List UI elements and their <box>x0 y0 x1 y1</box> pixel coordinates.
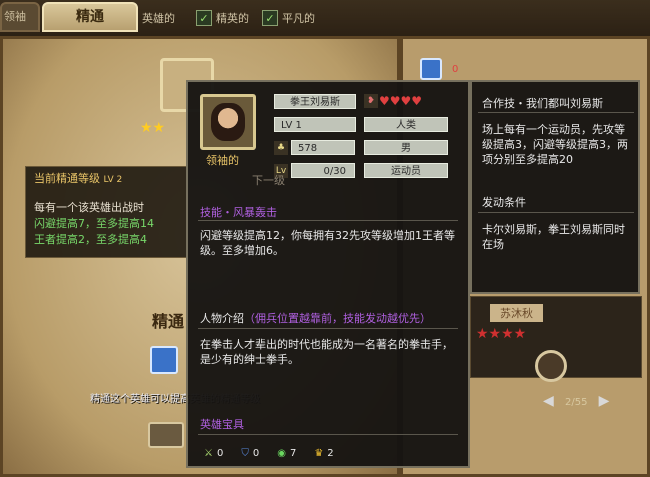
mastery-bonus-king: 王者提高2，至多提高4 <box>34 233 147 246</box>
prev-page-icon[interactable]: ◀ <box>543 393 554 409</box>
blue-count: 0 <box>452 64 459 75</box>
filter-elite-label: 精英的 <box>216 12 249 25</box>
treasure-ring: ◉ 7 <box>277 448 297 459</box>
treasure-crown: ♛ 2 <box>314 448 334 459</box>
treasure-shield: ⛉ 0 <box>241 448 260 459</box>
crown-icon: ♛ <box>314 448 324 459</box>
mastery-section-label: 精通 <box>152 312 185 331</box>
top-bar: 领袖 精通 英雄的 ✓ 精英的 ✓ 平凡的 <box>0 0 650 38</box>
treasure-list: ⚔ 0 ⛉ 0 ◉ 7 ♛ 2 <box>204 448 334 459</box>
ring-icon: ◉ <box>277 448 286 459</box>
hero-face <box>211 103 245 141</box>
heart-icon: ♥♥♥♥ <box>379 94 423 108</box>
tab-mastery[interactable]: 精通 <box>42 2 138 32</box>
book-icon-small <box>420 58 442 80</box>
hearts: ❥ ♥♥♥♥ <box>364 94 422 108</box>
next-page-icon[interactable]: ▶ <box>599 393 610 409</box>
hero-card-name: 苏沐秋 <box>490 304 543 322</box>
mastery-level-box: 当前精通等级 LV 2 每有一个该英雄出战时 闪避提高7，至多提高14 王者提高… <box>25 166 187 258</box>
pager: ◀ 2/55 ▶ <box>543 393 609 409</box>
sword-icon: ⚔ <box>204 448 213 459</box>
mastery-bonus-dodge: 闪避提高7，至多提高14 <box>34 217 154 230</box>
divider <box>478 112 634 113</box>
divider <box>198 328 458 329</box>
divider <box>478 212 634 213</box>
mastery-line: 每有一个该英雄出战时 <box>34 201 144 214</box>
divider <box>198 220 458 221</box>
divider <box>198 434 458 435</box>
checkbox-common[interactable]: ✓ <box>262 10 278 26</box>
hero-name: 拳王刘易斯 <box>274 94 356 109</box>
shield-icon: ⛉ <box>241 448 249 459</box>
skill-description: 闪避等级提高12，你每拥有32先攻等级增加1王者等级。至多增加6。 <box>200 229 455 257</box>
intro-note: （佣兵位置越靠前，技能发动越优先） <box>244 312 431 325</box>
star-rating: ★★ <box>140 120 166 136</box>
intro-title: 人物介绍 <box>200 312 244 325</box>
tab-leader-label: 领袖 <box>4 10 26 23</box>
bell-icon: ♣ <box>274 140 288 155</box>
tab-leader[interactable]: 领袖 <box>0 2 40 32</box>
hero-exp-row: Lv 0/30 <box>274 163 355 178</box>
combo-description: 场上每有一个运动员，先攻等级提高3，闪避等级提高3，两项分别至多提高20 <box>482 123 628 166</box>
hero-power-row: ♣ 578 <box>274 140 355 155</box>
filter-elite[interactable]: ✓ 精英的 <box>196 10 249 26</box>
treasure-sword: ⚔ 0 <box>204 448 224 459</box>
hero-level: LV 1 <box>274 117 356 132</box>
hero-power: 578 <box>291 140 355 155</box>
page-indicator: 2/55 <box>564 397 588 408</box>
ghost-next-level: 下一级 <box>252 174 285 187</box>
mastery-button[interactable] <box>148 422 184 448</box>
combo-title: 合作技・我们都叫刘易斯 <box>482 97 603 110</box>
hero-gender: 男 <box>364 140 448 155</box>
heart-icon: ❥ <box>364 94 378 108</box>
book-icon[interactable] <box>150 346 178 374</box>
skill-title: 技能・风暴轰击 <box>200 206 277 219</box>
combo-tooltip: 合作技・我们都叫刘易斯 场上每有一个运动员，先攻等级提高3，闪避等级提高3，两项… <box>470 80 640 294</box>
treasure-title: 英雄宝具 <box>200 418 244 431</box>
hero-exp: 0/30 <box>291 163 355 178</box>
intro-description: 在拳击人才辈出的时代也能成为一名著名的拳击手，是少有的绅士拳手。 <box>200 338 453 366</box>
filter-common[interactable]: ✓ 平凡的 <box>262 10 315 26</box>
hero-job: 运动员 <box>364 163 448 178</box>
filter-common-label: 平凡的 <box>282 12 315 25</box>
checkbox-elite[interactable]: ✓ <box>196 10 212 26</box>
mastery-level-title: 当前精通等级 LV 2 <box>34 172 123 185</box>
hero-portrait <box>200 94 256 150</box>
filter-heroic[interactable]: 英雄的 <box>142 10 175 26</box>
filter-heroic-label: 英雄的 <box>142 12 175 25</box>
hero-race: 人类 <box>364 117 448 132</box>
gear-icon[interactable] <box>535 350 567 382</box>
intro-title-row: 人物介绍（佣兵位置越靠前，技能发动越优先） <box>200 310 431 326</box>
hero-tooltip: 领袖的 拳王刘易斯 ❥ ♥♥♥♥ LV 1 人类 ♣ 578 男 Lv 0/30… <box>186 80 470 468</box>
leader-label: 领袖的 <box>206 154 239 167</box>
condition-title: 发动条件 <box>482 196 526 209</box>
condition-description: 卡尔刘易斯，拳王刘易斯同时在场 <box>482 223 625 251</box>
hero-card-stars: ★★★★ <box>476 326 527 342</box>
